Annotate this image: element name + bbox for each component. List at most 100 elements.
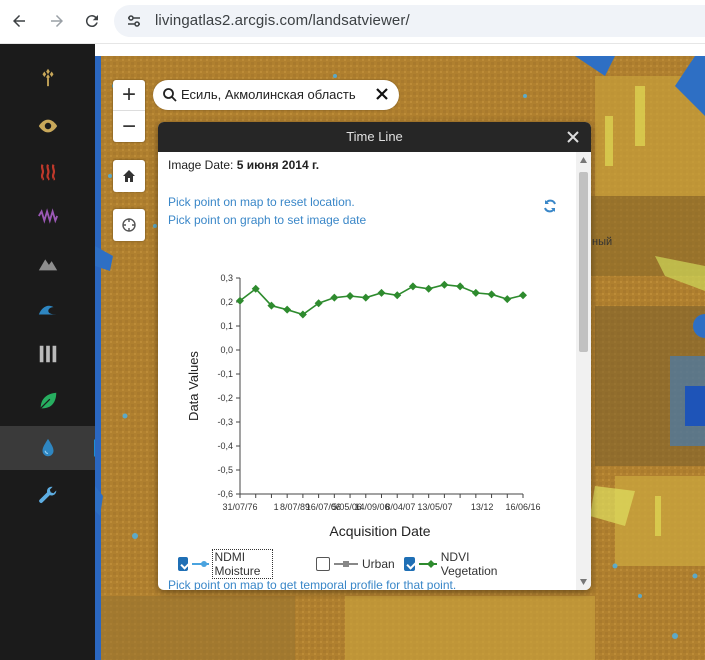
reload-button[interactable] [79, 8, 105, 34]
ndmi-checkbox[interactable] [178, 557, 189, 571]
ocean-wave-icon [38, 305, 57, 315]
wheat-icon [42, 68, 53, 87]
address-bar[interactable]: livingatlas2.arcgis.com/landsatviewer/ [114, 5, 705, 37]
search-input[interactable]: Есиль, Акмолинская область [181, 87, 356, 102]
close-icon[interactable] [565, 129, 581, 145]
y-tick-label: -0,3 [217, 417, 233, 427]
water-drop-icon [42, 438, 53, 457]
clear-search-icon[interactable] [373, 85, 391, 103]
legend-ndvi[interactable]: NDVI Vegetation [404, 550, 507, 578]
ndvi-checkbox[interactable] [404, 557, 415, 571]
data-point[interactable] [361, 293, 370, 302]
zoom-control: + − [113, 80, 145, 142]
x-tick-label: 13/05/07 [417, 502, 452, 512]
x-tick-label: 14/09/06 [355, 502, 390, 512]
panel-title: Time Line [346, 129, 403, 144]
y-tick-label: -0,4 [217, 441, 233, 451]
zoom-out-button[interactable]: − [113, 111, 145, 142]
data-point[interactable] [346, 292, 355, 300]
url-text: livingatlas2.arcgis.com/landsatviewer/ [155, 12, 410, 29]
x-tick-label: 31/07/76 [222, 502, 257, 512]
refresh-icon[interactable] [542, 198, 558, 214]
data-point[interactable] [471, 288, 480, 297]
reload-icon [85, 15, 98, 28]
search-icon [163, 88, 177, 102]
zoom-in-button[interactable]: + [113, 80, 145, 111]
image-date-label: Image Date: [168, 158, 234, 172]
y-tick-label: -0,6 [217, 489, 233, 499]
urban-checkbox[interactable] [316, 557, 330, 571]
data-point[interactable] [440, 280, 449, 289]
map-place-label: ный [592, 236, 613, 248]
data-point[interactable] [330, 293, 339, 302]
arrow-right-icon [51, 15, 63, 27]
ndvi-line-icon [418, 560, 437, 568]
y-tick-label: -0,2 [217, 393, 233, 403]
home-button[interactable] [113, 160, 145, 192]
moisture-tool[interactable] [0, 426, 103, 470]
mountain-icon [38, 259, 57, 271]
agriculture-tool[interactable] [0, 55, 95, 99]
y-tick-label: 0,1 [220, 321, 233, 331]
urban-line-icon [334, 561, 358, 567]
data-point[interactable] [283, 305, 292, 314]
search-box[interactable]: Есиль, Акмолинская область [153, 80, 399, 110]
scrollbar-thumb[interactable] [579, 172, 588, 352]
x-tick-label: 13/12 [471, 502, 494, 512]
y-tick-label: 0,0 [220, 345, 233, 355]
bars-icon [39, 345, 56, 363]
locate-icon [122, 218, 136, 232]
panel-body: Image Date: 5 июня 2014 г. Pick point on… [158, 152, 576, 590]
locate-button[interactable] [113, 209, 145, 241]
eye-icon [38, 119, 57, 133]
y-axis-label: Data Values [186, 351, 201, 421]
forward-button[interactable] [44, 8, 70, 34]
urban-label: Urban [362, 557, 395, 571]
x-tick-label: 16/06/16 [505, 502, 540, 512]
data-point[interactable] [393, 291, 402, 300]
y-tick-label: 0,2 [220, 297, 233, 307]
home-icon [123, 170, 135, 182]
thermal-tool[interactable] [0, 150, 95, 194]
legend-ndmi[interactable]: NDMI Moisture [178, 549, 274, 579]
legend-urban[interactable]: Urban [316, 555, 395, 573]
panel-header: Time Line [158, 122, 591, 152]
panel-scrollbar[interactable] [576, 152, 591, 590]
reset-location-link[interactable]: Pick point on map to reset location. [168, 195, 355, 209]
scroll-up-icon[interactable] [579, 156, 588, 164]
x-tick-label: 8/04/07 [385, 502, 415, 512]
timeline-panel: Time Line Image Date: 5 июня 2014 г. Pic… [158, 122, 591, 590]
browser-toolbar: livingatlas2.arcgis.com/landsatviewer/ [0, 0, 705, 44]
site-settings-icon[interactable] [126, 13, 142, 29]
spectral-tool[interactable] [0, 194, 95, 238]
chart-series[interactable] [236, 280, 527, 319]
data-point[interactable] [503, 295, 512, 304]
data-point[interactable] [456, 282, 465, 291]
scroll-down-icon[interactable] [579, 578, 588, 586]
geology-tool[interactable] [0, 241, 95, 285]
data-point[interactable] [424, 284, 433, 293]
x-axis-label: Acquisition Date [329, 523, 430, 539]
vegetation-tool[interactable] [0, 379, 95, 423]
leaf-icon [39, 392, 56, 409]
tools-tool[interactable] [0, 474, 95, 518]
data-point[interactable] [519, 291, 527, 300]
heat-icon [40, 164, 55, 181]
y-tick-label: -0,1 [217, 369, 233, 379]
back-button[interactable] [6, 8, 32, 34]
bands-tool[interactable] [0, 332, 95, 376]
ndvi-label: NDVI Vegetation [440, 550, 498, 578]
data-point[interactable] [487, 290, 496, 299]
bathymetric-tool[interactable] [0, 287, 95, 331]
temporal-profile-link[interactable]: Pick point on map to get temporal profil… [168, 578, 456, 590]
visual-tool[interactable] [0, 104, 95, 148]
image-date: Image Date: 5 июня 2014 г. [168, 158, 319, 172]
ndmi-line-icon [192, 561, 210, 567]
timeline-chart[interactable]: 0,3 0,2 0,1 0,0 -0,1 -0,2 -0,3 -0,4 -0,5 -0,6 31/0… [158, 242, 576, 542]
image-date-value: 5 июня 2014 г. [236, 158, 320, 172]
data-point[interactable] [377, 288, 386, 297]
data-point[interactable] [408, 282, 417, 291]
set-image-date-link[interactable]: Pick point on graph to set image date [168, 213, 366, 227]
x-tick-label: 1 [274, 502, 279, 512]
arrow-left-icon [13, 15, 25, 27]
